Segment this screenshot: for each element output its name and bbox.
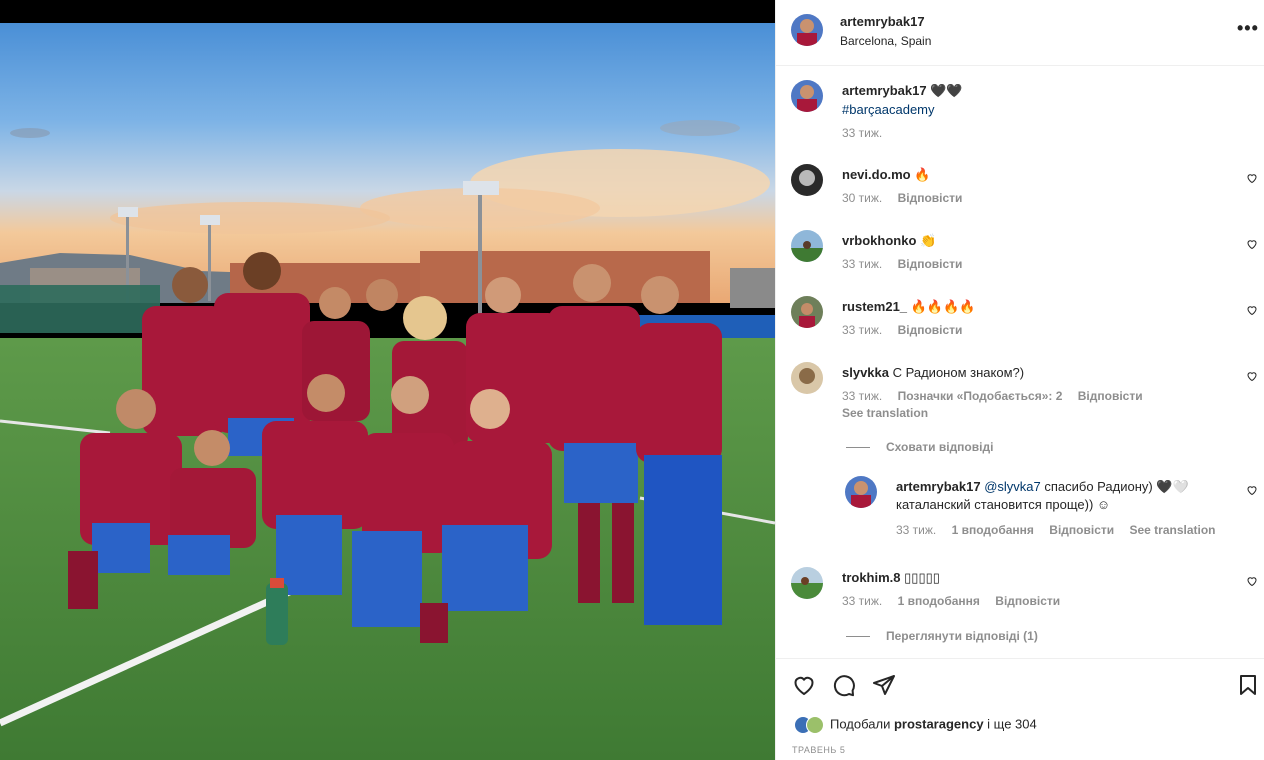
comment-icon[interactable] (832, 673, 856, 697)
instagram-post-view: artemrybak17 Barcelona, Spain ••• artemr… (0, 0, 1264, 760)
reply-likes[interactable]: 1 вподобання (952, 523, 1034, 537)
author-avatar[interactable] (791, 14, 823, 46)
heart-icon[interactable] (1246, 575, 1258, 587)
post-actions: Подобали prostaragency і ще 304 ТРАВЕНЬ … (776, 658, 1264, 760)
likes-summary[interactable]: Подобали prostaragency і ще 304 (794, 716, 1037, 734)
reply-button[interactable]: Відповісти (1078, 389, 1143, 403)
author-username[interactable]: artemrybak17 (840, 14, 925, 29)
comment-likes[interactable]: Позначки «Подобається»: 2 (898, 389, 1063, 403)
commenter-avatar[interactable] (791, 362, 823, 394)
caption-emoji: 🖤🖤 (930, 83, 963, 98)
heart-icon[interactable] (1246, 304, 1258, 316)
heart-icon[interactable] (1246, 238, 1258, 250)
heart-icon[interactable] (1246, 484, 1258, 496)
reply-time[interactable]: 33 тиж. (896, 523, 936, 537)
reply-text-1: спасибо Радиону) 🖤🤍 (1040, 479, 1189, 494)
post-header: artemrybak17 Barcelona, Spain ••• (776, 0, 1264, 66)
reply-button[interactable]: Відповісти (995, 594, 1060, 608)
comment-text: 👏 (920, 233, 937, 248)
reply-button[interactable]: Відповісти (898, 323, 963, 337)
likes-suffix[interactable]: і ще 304 (984, 716, 1037, 731)
commenter-avatar[interactable] (791, 567, 823, 599)
hide-replies-button[interactable]: Сховати відповіді (846, 440, 993, 454)
commenter-avatar[interactable] (791, 296, 823, 328)
heart-icon[interactable] (1246, 370, 1258, 382)
team-photo-illustration (0, 23, 775, 760)
reply-username[interactable]: artemrybak17 (896, 479, 981, 494)
comment-username[interactable]: nevi.do.mo (842, 167, 911, 182)
comment-time[interactable]: 33 тиж. (842, 257, 882, 271)
heart-icon[interactable] (792, 673, 816, 697)
commenter-avatar[interactable] (791, 230, 823, 262)
reply-avatar[interactable] (845, 476, 877, 508)
share-icon[interactable] (872, 673, 896, 697)
view-replies-label: Переглянути відповіді (1) (886, 629, 1038, 643)
comment-text: 🔥 (914, 167, 931, 182)
caption-hashtag[interactable]: #barçaacademy (842, 102, 935, 117)
bookmark-icon[interactable] (1236, 673, 1260, 697)
reply-text-2: каталанский становится проще)) ☺ (896, 497, 1111, 512)
comment-text: 🔥🔥🔥🔥 (910, 299, 976, 314)
photo-top-bar (0, 0, 775, 23)
comment-time[interactable]: 33 тиж. (842, 323, 882, 337)
see-translation-link[interactable]: See translation (1129, 523, 1215, 537)
hide-replies-label: Сховати відповіді (886, 440, 994, 454)
see-translation-link[interactable]: See translation (842, 406, 928, 420)
likes-user[interactable]: prostaragency (894, 716, 984, 731)
comment-likes[interactable]: 1 вподобання (898, 594, 980, 608)
reply-button[interactable]: Відповісти (898, 191, 963, 205)
heart-icon[interactable] (1246, 172, 1258, 184)
more-icon[interactable]: ••• (1237, 18, 1259, 39)
comment-text: С Радионом знаком?) (892, 365, 1025, 380)
liker-avatar (806, 716, 824, 734)
comment-username[interactable]: trokhim.8 (842, 570, 901, 585)
caption-time[interactable]: 33 тиж. (842, 126, 882, 140)
commenter-avatar[interactable] (791, 164, 823, 196)
reply-mention[interactable]: @slyvka7 (984, 479, 1041, 494)
comment-username[interactable]: slyvkka (842, 365, 889, 380)
comment-text: ▯▯▯▯▯ (904, 570, 940, 585)
view-replies-button[interactable]: Переглянути відповіді (1) (846, 629, 1038, 643)
post-date[interactable]: ТРАВЕНЬ 5 (792, 745, 845, 755)
divider-line (846, 447, 870, 449)
reply-button[interactable]: Відповісти (898, 257, 963, 271)
comment-username[interactable]: vrbokhonko (842, 233, 916, 248)
comment-time[interactable]: 33 тиж. (842, 389, 882, 403)
likes-prefix: Подобали (830, 716, 894, 732)
comment-time[interactable]: 33 тиж. (842, 594, 882, 608)
comment-time[interactable]: 30 тиж. (842, 191, 882, 205)
caption-username[interactable]: artemrybak17 (842, 83, 927, 98)
comment-username[interactable]: rustem21_ (842, 299, 907, 314)
divider-line (846, 636, 870, 638)
comments-list[interactable]: artemrybak17 🖤🖤 #barçaacademy 33 тиж. ne… (776, 66, 1264, 658)
post-photo[interactable] (0, 0, 775, 760)
post-side-panel: artemrybak17 Barcelona, Spain ••• artemr… (775, 0, 1264, 760)
reply-button[interactable]: Відповісти (1049, 523, 1114, 537)
caption-avatar[interactable] (791, 80, 823, 112)
post-location[interactable]: Barcelona, Spain (840, 34, 931, 48)
